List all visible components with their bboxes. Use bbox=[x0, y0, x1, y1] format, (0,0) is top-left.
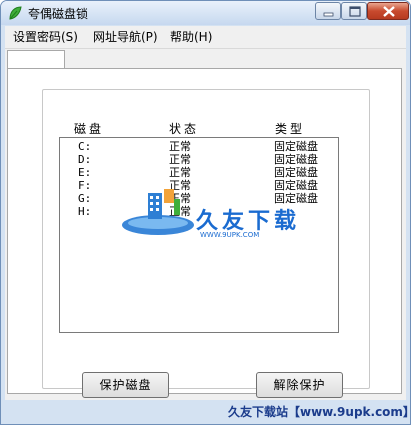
drive-type: 固定磁盘 bbox=[274, 140, 318, 153]
drive-status: 正常 bbox=[169, 205, 191, 218]
drive-type: 固定磁盘 bbox=[274, 192, 318, 205]
list-item[interactable]: C: 正常 固定磁盘 bbox=[60, 140, 338, 153]
app-window: 夸偶磁盘锁 设置密码(S) 网址导航(P) 帮助(H) 磁盘 状态 类型 C: … bbox=[0, 0, 411, 425]
column-header-type: 类型 bbox=[275, 122, 306, 136]
drive-status: 正常 bbox=[169, 192, 191, 205]
minimize-button[interactable] bbox=[315, 2, 341, 20]
minimize-icon bbox=[323, 12, 334, 17]
menu-bar: 设置密码(S) 网址导航(P) 帮助(H) bbox=[5, 26, 406, 49]
drive-status: 正常 bbox=[169, 140, 191, 153]
disk-group: 磁盘 状态 类型 C: 正常 固定磁盘 D: 正常 固定磁盘 E: 正常 固定磁… bbox=[42, 89, 370, 389]
list-item[interactable]: G: 正常 固定磁盘 bbox=[60, 192, 338, 205]
list-item[interactable]: H: 正常 bbox=[60, 205, 338, 218]
main-panel: 磁盘 状态 类型 C: 正常 固定磁盘 D: 正常 固定磁盘 E: 正常 固定磁… bbox=[7, 68, 402, 398]
menu-url-navigation[interactable]: 网址导航(P) bbox=[89, 29, 162, 46]
drive-letter: D: bbox=[78, 153, 92, 166]
drive-letter: F: bbox=[78, 179, 92, 192]
drive-letter: C: bbox=[78, 140, 92, 153]
title-bar[interactable]: 夸偶磁盘锁 bbox=[1, 1, 410, 25]
column-header-status: 状态 bbox=[169, 122, 200, 136]
menu-help[interactable]: 帮助(H) bbox=[166, 29, 216, 46]
column-header-disk: 磁盘 bbox=[74, 122, 105, 136]
disk-list[interactable]: C: 正常 固定磁盘 D: 正常 固定磁盘 E: 正常 固定磁盘 F: 正常 固… bbox=[59, 137, 339, 333]
window-title: 夸偶磁盘锁 bbox=[28, 7, 89, 21]
drive-letter: E: bbox=[78, 166, 92, 179]
client-area: 设置密码(S) 网址导航(P) 帮助(H) 磁盘 状态 类型 C: 正常 固定磁… bbox=[5, 26, 406, 400]
drive-type: 固定磁盘 bbox=[274, 166, 318, 179]
drive-letter: H: bbox=[78, 205, 92, 218]
list-item[interactable]: F: 正常 固定磁盘 bbox=[60, 179, 338, 192]
menu-set-password[interactable]: 设置密码(S) bbox=[9, 29, 82, 46]
drive-status: 正常 bbox=[169, 179, 191, 192]
list-item[interactable]: E: 正常 固定磁盘 bbox=[60, 166, 338, 179]
close-button[interactable] bbox=[367, 2, 409, 20]
tab-main[interactable] bbox=[7, 50, 65, 70]
list-item[interactable]: D: 正常 固定磁盘 bbox=[60, 153, 338, 166]
drive-type: 固定磁盘 bbox=[274, 179, 318, 192]
site-credit: 久友下载站【www.9upk.com】 bbox=[228, 405, 411, 419]
release-protection-button[interactable]: 解除保护 bbox=[256, 372, 343, 398]
tab-strip bbox=[5, 49, 406, 70]
drive-status: 正常 bbox=[169, 166, 191, 179]
maximize-icon bbox=[349, 6, 361, 17]
leaf-app-icon bbox=[9, 6, 22, 20]
drive-status: 正常 bbox=[169, 153, 191, 166]
close-icon bbox=[383, 6, 395, 17]
protect-disk-button[interactable]: 保护磁盘 bbox=[82, 372, 169, 398]
drive-type: 固定磁盘 bbox=[274, 153, 318, 166]
drive-letter: G: bbox=[78, 192, 92, 205]
maximize-button[interactable] bbox=[341, 2, 367, 20]
